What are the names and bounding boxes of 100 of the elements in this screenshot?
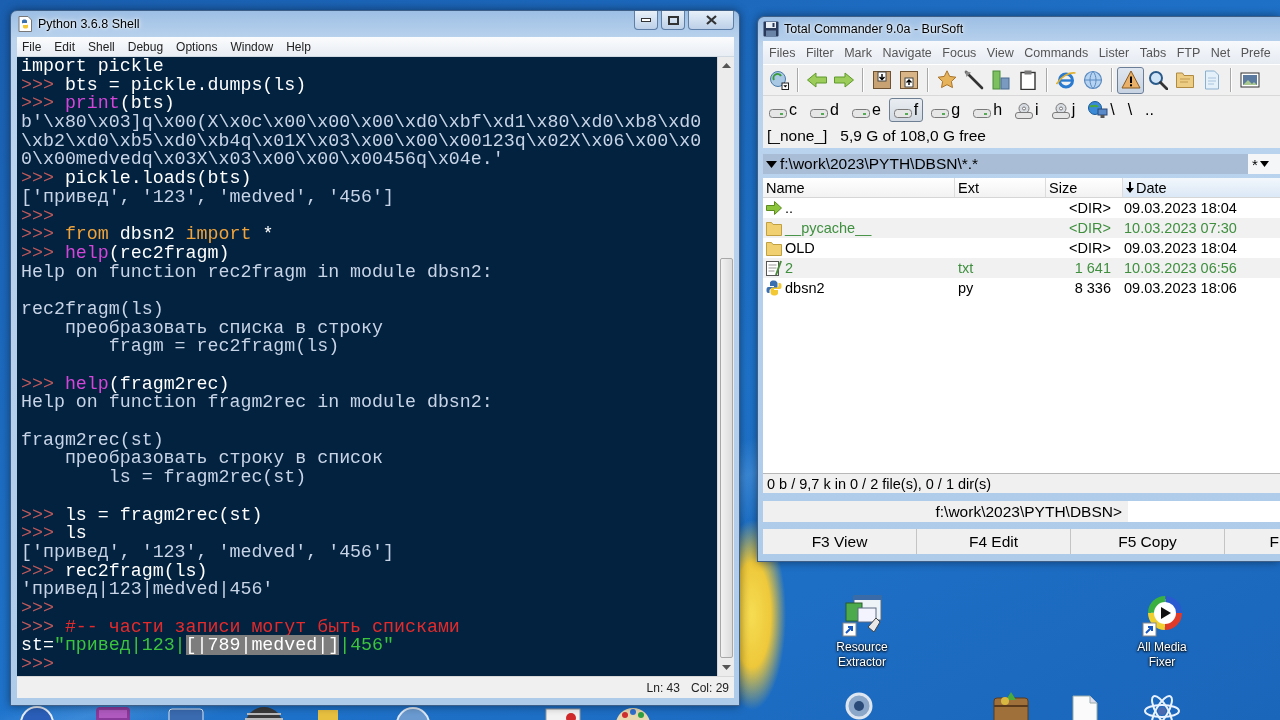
shell-line: >>> — [21, 598, 54, 618]
drive-button[interactable]: \ — [1083, 98, 1120, 122]
round-app-icon[interactable] — [395, 706, 431, 720]
file-name[interactable]: 2 — [785, 260, 794, 276]
scroll-up-icon[interactable] — [721, 63, 731, 68]
file-name[interactable]: OLD — [785, 240, 815, 256]
caret-icon[interactable] — [766, 160, 777, 168]
drive-button[interactable]: \ — [1122, 98, 1138, 122]
column-header[interactable]: Date — [1123, 178, 1280, 197]
warning-icon — [1120, 70, 1141, 90]
path-bar[interactable]: f:\work\2023\PYTH\DBSN\*.* * — [763, 154, 1280, 174]
folder-icon — [766, 220, 782, 236]
drive-icon — [769, 108, 787, 118]
search-icon — [1147, 70, 1168, 90]
menu-item[interactable]: Navigate — [882, 45, 932, 60]
toolbar-button[interactable] — [1117, 66, 1144, 94]
drive-button[interactable]: j — [1046, 98, 1081, 122]
shell-line: >>> #-- части записи могут быть списками — [21, 617, 460, 637]
drive-button[interactable]: f — [888, 98, 924, 122]
chest-icon[interactable] — [992, 692, 1030, 720]
shell-line: ['привед', '123', 'medved', '456'] — [21, 187, 394, 207]
network-icon — [1088, 101, 1109, 119]
minimize-button[interactable] — [634, 11, 658, 30]
scroll-down-icon[interactable] — [721, 665, 731, 670]
file-size: 8 336 — [1074, 280, 1111, 296]
menu-item[interactable]: FTP — [1176, 45, 1201, 60]
menu-item[interactable]: Help — [286, 39, 311, 54]
command-prompt: f:\work\2023\PYTH\DBSN> — [935, 502, 1122, 521]
filter-button[interactable]: * — [1252, 155, 1258, 173]
desktop-icon-label[interactable]: All Media Fixer — [1124, 640, 1200, 670]
drive-button[interactable]: i — [1010, 98, 1044, 122]
function-key[interactable]: F3 View — [763, 529, 917, 554]
scrollbar[interactable] — [717, 57, 734, 676]
current-path: f:\work\2023\PYTH\DBSN\*.* — [780, 155, 979, 173]
shell-line: преобразовать списка в строку — [64, 318, 384, 338]
shell-line: преобразовать строку в список — [64, 449, 384, 469]
menu-item[interactable]: Tabs — [1139, 45, 1167, 60]
drive-button[interactable]: g — [926, 98, 966, 122]
function-key[interactable]: F — [1225, 529, 1280, 554]
scroll-thumb[interactable] — [719, 258, 733, 658]
needle-icon — [963, 70, 984, 90]
menu-item[interactable]: Filter — [805, 45, 834, 60]
close-button[interactable] — [688, 11, 734, 30]
drive-button[interactable]: h — [968, 98, 1008, 122]
shell-line: >>> from dbsn2 import * — [21, 225, 274, 244]
drive-button[interactable]: d — [805, 98, 844, 122]
app-icon — [17, 16, 33, 32]
clipboard-icon — [1017, 70, 1038, 90]
drive-button[interactable]: .. — [1140, 98, 1159, 122]
file-size: <DIR> — [1069, 240, 1111, 256]
menu-item[interactable]: Shell — [88, 39, 115, 54]
window-title: Total Commander 9.0a - BurSoft — [784, 22, 964, 36]
menu-item[interactable]: Prefe — [1240, 45, 1271, 60]
shell-line: >>> rec2fragm(ls) — [21, 561, 208, 581]
menu-item[interactable]: View — [986, 45, 1014, 60]
file-date: 09.03.2023 18:04 — [1124, 240, 1237, 256]
column-header[interactable]: Name — [763, 178, 955, 197]
tile-icon[interactable] — [318, 708, 338, 720]
function-key[interactable]: F5 Copy — [1071, 529, 1225, 554]
file-date: 09.03.2023 18:06 — [1124, 280, 1237, 296]
tile-icon[interactable] — [545, 708, 581, 720]
column-number: Col: 29 — [690, 680, 729, 695]
color-ring-icon[interactable] — [1142, 595, 1182, 637]
shell-line: st="привед|123|[|789|medved|]|456" — [21, 636, 395, 655]
refresh-icon — [768, 70, 789, 90]
menu-item[interactable]: Focus — [942, 45, 977, 60]
shell-line: rec2fragm(ls) — [21, 299, 164, 319]
desktop-icon-label[interactable]: Resource Extractor — [824, 640, 900, 670]
function-key[interactable]: F4 Edit — [917, 529, 1071, 554]
menu-item[interactable]: Lister — [1098, 45, 1130, 60]
tile-icon[interactable] — [95, 706, 131, 720]
menu-item[interactable]: File — [22, 39, 42, 54]
line-number: Ln: 43 — [646, 680, 680, 695]
document-icon[interactable] — [1072, 695, 1098, 720]
caret-icon[interactable] — [1259, 161, 1269, 167]
column-header[interactable]: Ext — [955, 178, 1046, 197]
shell-line: 0\x00medvedq\x03X\x03\x00\x00\x00456q\x04e.' — [21, 150, 504, 170]
menu-item[interactable]: Net — [1210, 45, 1231, 60]
menu-item[interactable]: Mark — [844, 45, 872, 60]
shell-line: fragm2rec(st) — [21, 430, 164, 450]
window-title: Python 3.6.8 Shell — [38, 17, 140, 31]
menu-item[interactable]: Options — [176, 39, 218, 54]
file-name[interactable]: dbsn2 — [785, 280, 825, 296]
maximize-button[interactable] — [661, 11, 685, 30]
windows-stack-icon[interactable] — [842, 595, 882, 637]
drive-icon — [973, 108, 992, 118]
round-app-icon[interactable] — [20, 706, 54, 720]
file-name[interactable]: __pycache__ — [785, 220, 872, 236]
menu-item[interactable]: Debug — [127, 39, 164, 54]
atom-icon[interactable] — [1143, 693, 1181, 720]
menu-item[interactable]: Window — [230, 39, 274, 54]
menu-item[interactable]: Commands — [1024, 45, 1089, 60]
drive-button[interactable]: c — [764, 98, 802, 122]
file-name[interactable]: .. — [785, 200, 794, 216]
menu-item[interactable]: Files — [769, 45, 796, 60]
palette-icon[interactable] — [615, 706, 651, 720]
notepad-icon — [766, 260, 782, 276]
menu-item[interactable]: Edit — [54, 39, 76, 54]
command-input[interactable] — [1128, 501, 1280, 522]
drive-button[interactable]: e — [846, 98, 886, 122]
